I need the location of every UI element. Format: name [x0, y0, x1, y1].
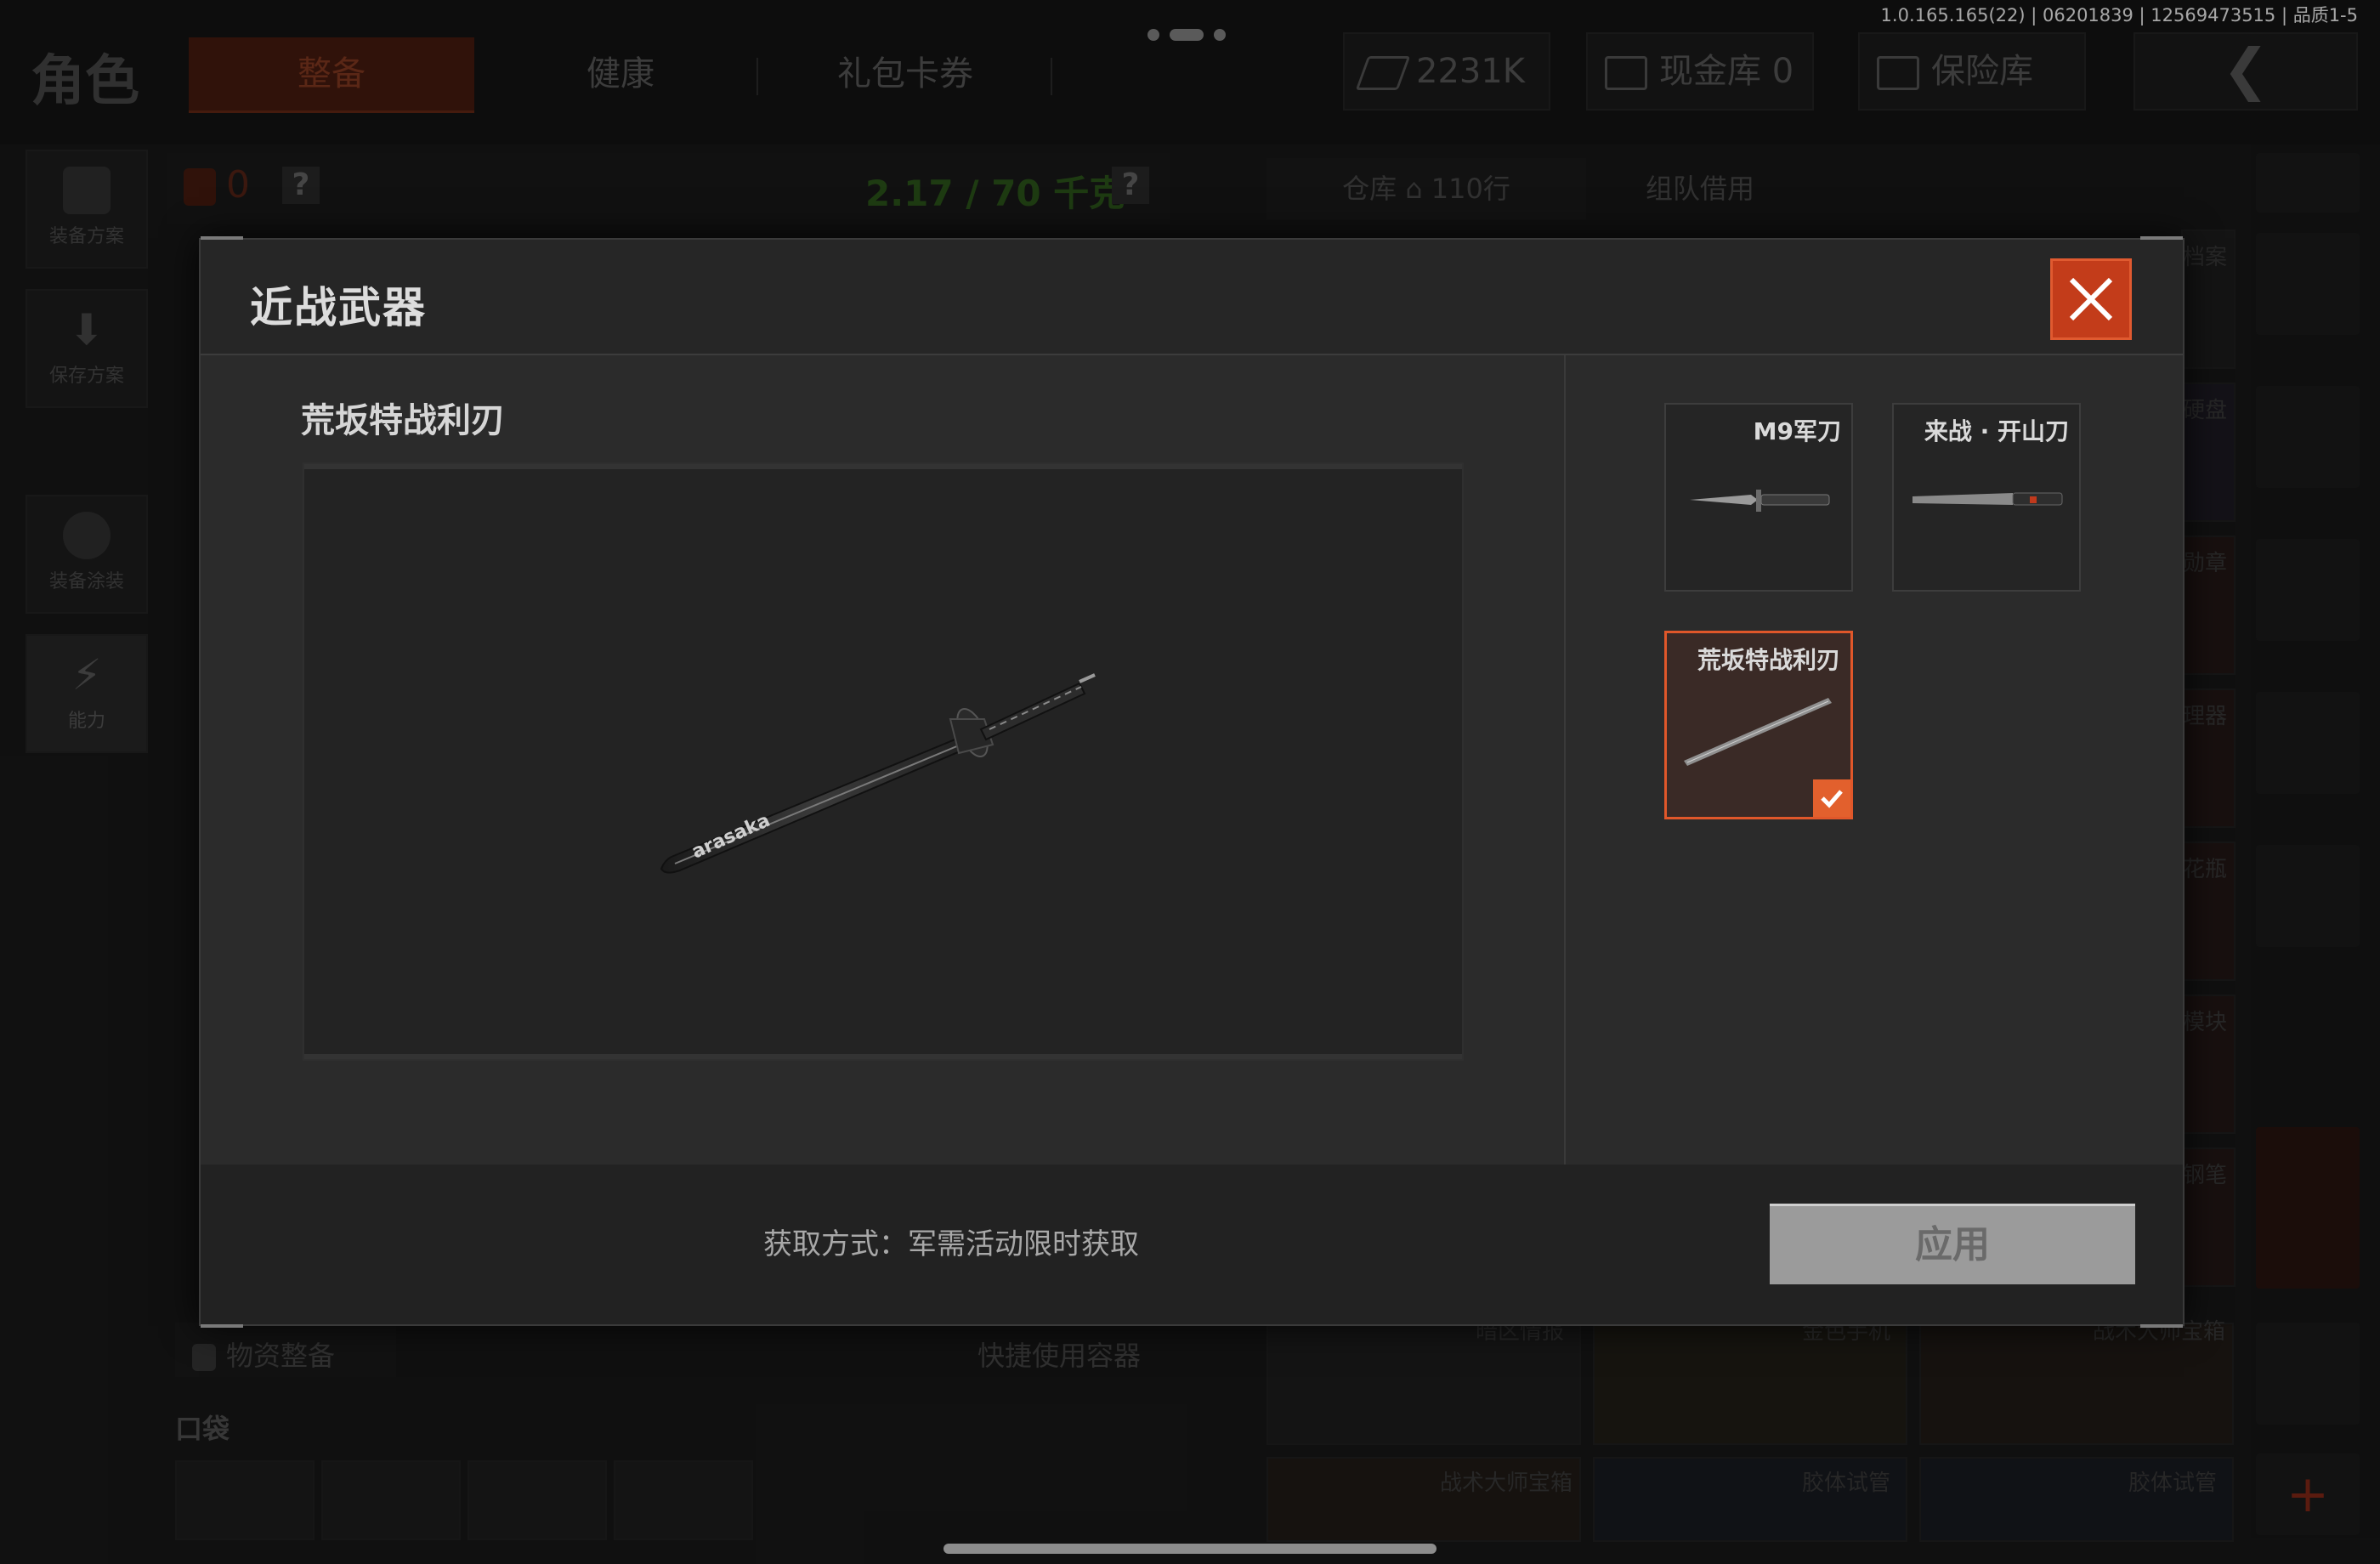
weapon-card[interactable]: 来战 · 开山刀	[1892, 403, 2081, 592]
close-button[interactable]	[2050, 258, 2132, 340]
checkmark-icon	[1813, 779, 1850, 817]
close-icon	[2069, 277, 2113, 321]
selected-weapon-name: 荒坂特战利刃	[301, 401, 505, 440]
weapon-list-pane	[1566, 355, 2183, 1164]
katana-icon: arasaka	[660, 673, 1096, 874]
modal-header	[201, 240, 2183, 355]
modal-title: 近战武器	[250, 283, 427, 332]
melee-weapon-modal: 近战武器 荒坂特战利刃 arasaka M9军刀 来战 · 开山刀 荒坂特战利刃…	[199, 236, 2184, 1328]
acquire-method: 获取方式：军需活动限时获取	[763, 1227, 1139, 1261]
weapon-card-label: 来战 · 开山刀	[1924, 417, 2069, 445]
weapon-card-selected[interactable]: 荒坂特战利刃	[1664, 631, 1853, 819]
weapon-card-label: M9军刀	[1753, 417, 1841, 445]
weapon-card-label: 荒坂特战利刃	[1697, 646, 1840, 674]
weapon-preview[interactable]: arasaka	[303, 462, 1464, 1061]
apply-button[interactable]: 应用	[1770, 1204, 2135, 1284]
weapon-card[interactable]: M9军刀	[1664, 403, 1853, 592]
